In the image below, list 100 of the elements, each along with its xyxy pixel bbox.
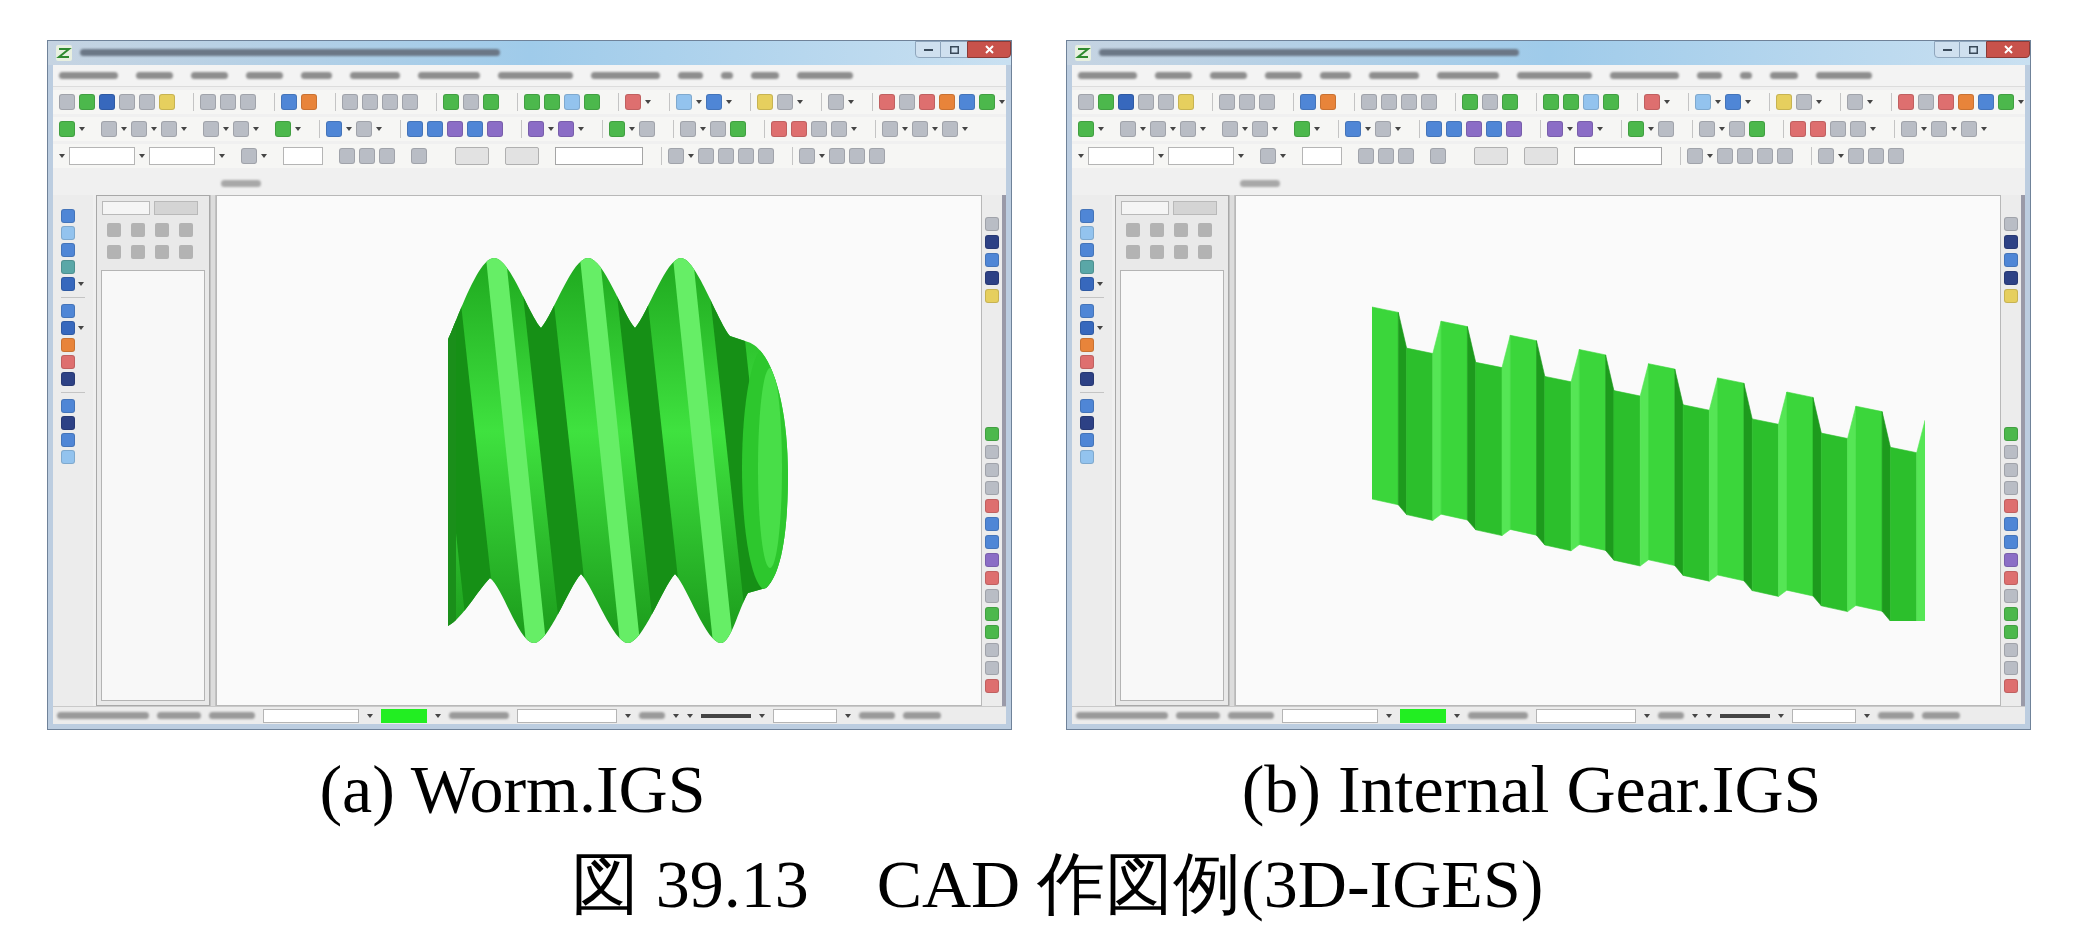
toolbar-icon[interactable]: [1158, 94, 1174, 110]
combo-field[interactable]: [149, 147, 215, 165]
panel-tool-icon[interactable]: [1150, 245, 1164, 259]
menu-item[interactable]: [1078, 72, 1137, 79]
toolbar-icon[interactable]: [59, 94, 75, 110]
menu-item[interactable]: [498, 72, 573, 79]
toolbar-icon[interactable]: [879, 94, 895, 110]
toolbar-icon[interactable]: [2004, 625, 2018, 639]
toolbar-icon[interactable]: [2004, 481, 2018, 495]
toolbar-icon[interactable]: [467, 121, 483, 137]
toolbar-icon[interactable]: [1506, 121, 1522, 137]
toolbar-icon[interactable]: [919, 94, 935, 110]
panel-tool-icon[interactable]: [1174, 223, 1188, 237]
panel-tool-icon[interactable]: [131, 223, 145, 237]
menu-item[interactable]: [1697, 72, 1722, 79]
toolbar-icon[interactable]: [2004, 589, 2018, 603]
toolbar-icon[interactable]: [1118, 94, 1134, 110]
toolbar-icon[interactable]: [1080, 450, 1094, 464]
toolbar-icon[interactable]: [1300, 94, 1316, 110]
toolbar-icon[interactable]: [382, 94, 398, 110]
toolbar-icon[interactable]: [1080, 399, 1094, 413]
caret-icon[interactable]: [1707, 154, 1713, 158]
caret-icon[interactable]: [999, 100, 1005, 104]
line-style-icon[interactable]: [1720, 713, 1770, 718]
toolbar-icon[interactable]: [1938, 94, 1954, 110]
caret-icon[interactable]: [1238, 154, 1244, 158]
caret-icon[interactable]: [261, 154, 267, 158]
toolbar-icon[interactable]: [61, 416, 75, 430]
toolbar-icon[interactable]: [443, 94, 459, 110]
toolbar-icon[interactable]: [985, 517, 999, 531]
caret-icon[interactable]: [121, 127, 127, 131]
toolbar-icon[interactable]: [1749, 121, 1765, 137]
caret-icon[interactable]: [78, 326, 84, 330]
caret-icon[interactable]: [1778, 713, 1784, 718]
caret-icon[interactable]: [151, 127, 157, 131]
toolbar-icon[interactable]: [487, 121, 503, 137]
toolbar-icon[interactable]: [2004, 463, 2018, 477]
caret-icon[interactable]: [1170, 127, 1176, 131]
caret-icon[interactable]: [295, 127, 301, 131]
toolbar-icon[interactable]: [544, 94, 560, 110]
toolbar-icon[interactable]: [483, 94, 499, 110]
toolbar-icon[interactable]: [1138, 94, 1154, 110]
menu-item[interactable]: [246, 72, 283, 79]
toolbar-icon[interactable]: [791, 121, 807, 137]
panel-tool-icon[interactable]: [179, 223, 193, 237]
toolbar-icon[interactable]: [61, 450, 75, 464]
menu-item[interactable]: [797, 72, 853, 79]
caret-icon[interactable]: [578, 127, 584, 131]
toolbar-button[interactable]: [1474, 147, 1508, 165]
toolbar-icon[interactable]: [2004, 643, 2018, 657]
toolbar-icon[interactable]: [985, 463, 999, 477]
caret-icon[interactable]: [1098, 127, 1104, 131]
toolbar-icon[interactable]: [1810, 121, 1826, 137]
caret-icon[interactable]: [1097, 326, 1103, 330]
caret-icon[interactable]: [1706, 713, 1712, 718]
minimize-button[interactable]: [1934, 41, 1960, 58]
toolbar-icon[interactable]: [1358, 148, 1374, 164]
panel-tab[interactable]: [154, 201, 198, 215]
toolbar-icon[interactable]: [985, 535, 999, 549]
panel-tool-icon[interactable]: [1198, 223, 1212, 237]
toolbar-icon[interactable]: [447, 121, 463, 137]
dropdown-field[interactable]: [1282, 708, 1378, 723]
menu-item[interactable]: [1210, 72, 1247, 79]
caret-icon[interactable]: [78, 282, 84, 286]
panel-tab[interactable]: [1121, 201, 1169, 215]
combo-field[interactable]: [1302, 147, 1342, 165]
drawing-canvas[interactable]: [1235, 195, 2001, 706]
toolbar-icon[interactable]: [99, 94, 115, 110]
caret-icon[interactable]: [1870, 127, 1876, 131]
drawing-canvas[interactable]: [216, 195, 982, 706]
caret-icon[interactable]: [219, 154, 225, 158]
caret-icon[interactable]: [1648, 127, 1654, 131]
caret-icon[interactable]: [1078, 154, 1084, 158]
toolbar-icon[interactable]: [1486, 121, 1502, 137]
caret-icon[interactable]: [1745, 100, 1751, 104]
toolbar-icon[interactable]: [985, 589, 999, 603]
toolbar-icon[interactable]: [2004, 445, 2018, 459]
menu-item[interactable]: [1770, 72, 1798, 79]
toolbar-icon[interactable]: [1776, 94, 1792, 110]
toolbar-icon[interactable]: [771, 121, 787, 137]
toolbar-icon[interactable]: [1080, 209, 1094, 223]
caret-icon[interactable]: [1242, 127, 1248, 131]
toolbar-button[interactable]: [505, 147, 539, 165]
toolbar-icon[interactable]: [985, 217, 999, 231]
caret-icon[interactable]: [376, 127, 382, 131]
toolbar-icon[interactable]: [61, 372, 75, 386]
panel-tool-icon[interactable]: [155, 245, 169, 259]
caret-icon[interactable]: [253, 127, 259, 131]
toolbar-icon[interactable]: [1898, 94, 1914, 110]
toolbar-icon[interactable]: [2004, 607, 2018, 621]
panel-tab[interactable]: [102, 201, 150, 215]
caret-icon[interactable]: [848, 100, 854, 104]
toolbar-icon[interactable]: [61, 304, 75, 318]
panel-tool-icon[interactable]: [107, 245, 121, 259]
caret-icon[interactable]: [1692, 713, 1698, 718]
toolbar-icon[interactable]: [2004, 535, 2018, 549]
toolbar-icon[interactable]: [119, 94, 135, 110]
line-style-icon[interactable]: [701, 713, 751, 718]
caret-icon[interactable]: [625, 713, 631, 718]
toolbar-icon[interactable]: [959, 94, 975, 110]
